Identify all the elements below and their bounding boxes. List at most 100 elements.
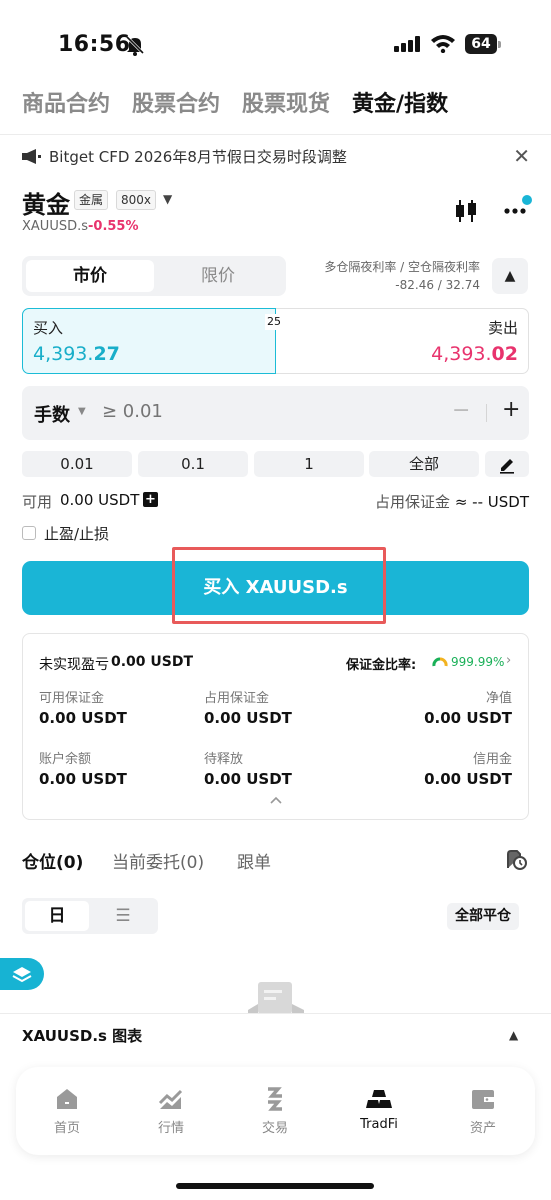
credit-value: 0.00 USDT [424, 770, 512, 788]
nav-home-label: 首页 [53, 1121, 80, 1136]
tab-copy-trading[interactable]: 跟单 [237, 848, 271, 873]
symbol-name[interactable]: 黄金 [22, 185, 70, 220]
divider [0, 134, 551, 135]
equity-value: 0.00 USDT [424, 709, 512, 727]
buy-button[interactable]: 买入 XAUUSD.s [22, 561, 529, 615]
close-all-button[interactable]: 全部平仓 [447, 903, 519, 930]
battery-icon: 64 [465, 34, 501, 54]
increase-button[interactable]: + [502, 397, 520, 422]
edit-button[interactable] [485, 451, 529, 477]
candlestick-chart-icon[interactable] [453, 198, 479, 224]
account-summary-card: 未实现盈亏 0.00 USDT 保证金比率: 999.99% › 可用保证金 0… [22, 633, 529, 820]
balance-label: 账户余额 [39, 752, 92, 767]
lots-label[interactable]: 手数 [34, 401, 70, 427]
sell-price-tail: 02 [491, 343, 518, 365]
symbol-code: XAUUSD.s [22, 219, 88, 234]
megaphone-icon [22, 149, 41, 164]
caret-down-icon[interactable]: ▼ [78, 406, 86, 417]
history-icon[interactable] [505, 848, 527, 870]
tab-open-orders[interactable]: 当前委托(0) [112, 848, 204, 873]
empty-state-illustration [248, 982, 304, 1014]
tab-stock-spot[interactable]: 股票现货 [242, 86, 330, 126]
sell-label: 卖出 [487, 319, 518, 337]
layers-icon [12, 967, 32, 983]
battery-level: 64 [465, 34, 497, 54]
spread-badge: 25 [265, 314, 283, 330]
quick-amount-all-button[interactable]: 全部 [369, 451, 479, 477]
lots-input[interactable] [102, 401, 302, 422]
margin-used: 占用保证金 ≈ -- USDT [375, 491, 529, 512]
chart-drawer-bar[interactable]: XAUUSD.s 图表 ▲ [0, 1013, 551, 1055]
market-icon [158, 1089, 183, 1109]
battery-tip [498, 41, 501, 48]
list-icon[interactable]: ☰ [91, 901, 155, 931]
tab-limit-order[interactable]: 限价 [154, 260, 282, 292]
status-time: 16:56 [58, 32, 131, 57]
caret-up-icon[interactable]: ▲ [509, 1028, 518, 1042]
nav-markets[interactable]: 行情 [136, 1087, 206, 1136]
buy-price-main: 4,393. [33, 343, 94, 365]
close-icon[interactable]: ✕ [513, 146, 530, 166]
tab-market-order[interactable]: 市价 [26, 260, 154, 292]
sell-quote[interactable]: 卖出 4,393.02 [276, 308, 529, 374]
buy-quote[interactable]: 买入 4,393.27 [22, 308, 276, 374]
unrealized-pnl-value: 0.00 USDT [111, 654, 194, 670]
caret-down-icon[interactable]: ▼ [163, 192, 172, 206]
tab-positions[interactable]: 仓位(0) [22, 848, 83, 873]
nav-markets-label: 行情 [157, 1121, 184, 1136]
tradfi-icon [366, 1090, 392, 1108]
equity-label: 净值 [485, 691, 512, 706]
tpsl-label: 止盈/止损 [44, 525, 110, 543]
tpsl-checkbox[interactable] [22, 526, 36, 540]
nav-home[interactable]: 首页 [32, 1087, 102, 1136]
used-margin-value: 0.00 USDT [204, 709, 292, 727]
bottom-nav: 首页 行情 交易 TradFi 资产 [16, 1067, 535, 1155]
announcement-bar[interactable]: Bitget CFD 2026年8月节假日交易时段调整 ✕ [22, 146, 530, 168]
margin-used-value: ≈ -- USDT [454, 493, 529, 511]
category-tag: 金属 [74, 190, 109, 210]
gauge-icon [432, 657, 448, 667]
available-label: 可用 [22, 493, 53, 511]
deposit-plus-icon[interactable]: + [143, 492, 158, 507]
chevron-up-icon[interactable] [270, 796, 282, 804]
home-icon [57, 1089, 77, 1109]
margin-used-label: 占用保证金 [375, 493, 451, 511]
used-margin-label: 占用保证金 [204, 691, 270, 706]
nav-trade[interactable]: 交易 [240, 1087, 310, 1136]
nav-assets-label: 资产 [469, 1121, 496, 1136]
sell-price: 4,393.02 [431, 343, 518, 365]
buy-price: 4,393.27 [33, 343, 120, 365]
view-day-button[interactable]: 日 [25, 901, 89, 931]
nav-tradfi[interactable]: TradFi [344, 1087, 414, 1132]
sell-price-main: 4,393. [431, 343, 492, 365]
available-margin-label: 可用保证金 [39, 691, 105, 706]
quick-amount-button[interactable]: 0.01 [22, 451, 132, 477]
nav-assets[interactable]: 资产 [448, 1087, 518, 1136]
bell-off-icon [125, 35, 145, 56]
margin-ratio-value[interactable]: 999.99% [451, 655, 504, 669]
layers-float-button[interactable] [0, 958, 44, 990]
tab-stock-futures[interactable]: 股票合约 [132, 86, 220, 126]
margin-ratio-label[interactable]: 保证金比率: [346, 654, 416, 673]
chevron-right-icon[interactable]: › [506, 653, 511, 668]
more-icon[interactable] [503, 194, 533, 220]
lots-field: 手数 ▼ − + [22, 386, 529, 440]
quick-amount-button[interactable]: 0.1 [138, 451, 248, 477]
pending-release-value: 0.00 USDT [204, 770, 292, 788]
chart-drawer-title: XAUUSD.s 图表 [22, 1027, 143, 1045]
chevron-up-icon[interactable]: ▲ [492, 258, 528, 294]
quick-amount-button[interactable]: 1 [254, 451, 364, 477]
overnight-rate-label: 多仓隔夜利率 / 空仓隔夜利率 [324, 260, 480, 274]
tab-commodity-futures[interactable]: 商品合约 [22, 86, 110, 126]
signal-icon [394, 36, 420, 52]
decrease-button[interactable]: − [452, 398, 470, 423]
overnight-rate-value: -82.46 / 32.74 [395, 278, 480, 292]
available-margin-value: 0.00 USDT [39, 709, 127, 727]
nav-trade-label: 交易 [261, 1121, 288, 1136]
buy-price-tail: 27 [93, 343, 120, 365]
divider [486, 404, 487, 422]
buy-label: 买入 [33, 319, 64, 337]
pending-release-label: 待释放 [204, 752, 244, 767]
category-tabs: 商品合约 股票合约 股票现货 黄金/指数 [22, 86, 470, 126]
tab-gold-index[interactable]: 黄金/指数 [352, 86, 448, 126]
